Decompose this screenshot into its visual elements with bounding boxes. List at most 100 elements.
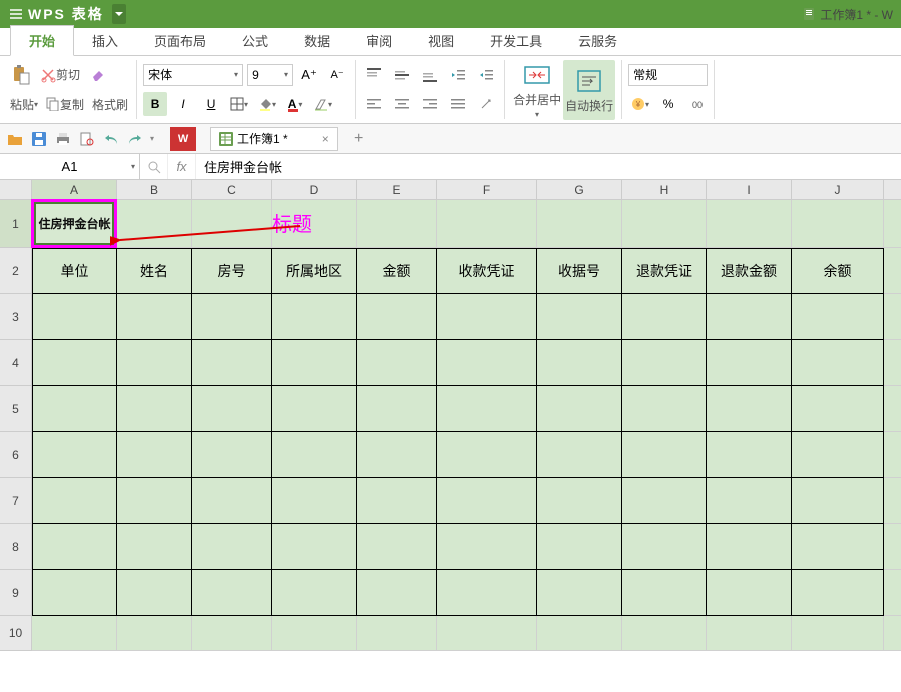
cell-g7[interactable] xyxy=(537,478,622,524)
tab-review[interactable]: 审阅 xyxy=(348,26,410,55)
tab-data[interactable]: 数据 xyxy=(286,26,348,55)
row-header-4[interactable]: 4 xyxy=(0,340,32,386)
cut-button[interactable]: 剪切 xyxy=(38,63,82,87)
cell-d6[interactable] xyxy=(272,432,357,478)
cell-h9[interactable] xyxy=(622,570,707,616)
wrap-text-button[interactable]: 自动换行 xyxy=(563,60,615,120)
name-box[interactable]: A1 ▾ xyxy=(0,154,140,179)
cell-h4[interactable] xyxy=(622,340,707,386)
cell-k5[interactable] xyxy=(884,386,901,432)
cell-i3[interactable] xyxy=(707,294,792,340)
cell-c10[interactable] xyxy=(192,616,272,651)
col-header-j[interactable]: J xyxy=(792,180,884,200)
clear-format-button[interactable]: ▾ xyxy=(311,92,335,116)
cell-j9[interactable] xyxy=(792,570,884,616)
cell-k7[interactable] xyxy=(884,478,901,524)
cell-c5[interactable] xyxy=(192,386,272,432)
cell-c4[interactable] xyxy=(192,340,272,386)
cell-f10[interactable] xyxy=(437,616,537,651)
new-tab-button[interactable]: + xyxy=(350,130,368,148)
cell-h5[interactable] xyxy=(622,386,707,432)
cell-a8[interactable] xyxy=(32,524,117,570)
cell-d8[interactable] xyxy=(272,524,357,570)
col-header-e[interactable]: E xyxy=(357,180,437,200)
cell-h10[interactable] xyxy=(622,616,707,651)
cell-d7[interactable] xyxy=(272,478,357,524)
cell-a10[interactable] xyxy=(32,616,117,651)
cell-h3[interactable] xyxy=(622,294,707,340)
qa-save-button[interactable] xyxy=(30,130,48,148)
col-header-d[interactable]: D xyxy=(272,180,357,200)
fill-color-button[interactable]: ▾ xyxy=(255,92,279,116)
cell-a7[interactable] xyxy=(32,478,117,524)
cell-d10[interactable] xyxy=(272,616,357,651)
cell-h8[interactable] xyxy=(622,524,707,570)
underline-button[interactable]: U xyxy=(199,92,223,116)
cell-k10[interactable] xyxy=(884,616,901,651)
cell-i5[interactable] xyxy=(707,386,792,432)
row-header-7[interactable]: 7 xyxy=(0,478,32,524)
row-header-5[interactable]: 5 xyxy=(0,386,32,432)
cell-j6[interactable] xyxy=(792,432,884,478)
cell-i4[interactable] xyxy=(707,340,792,386)
copy-button[interactable]: 复制 xyxy=(44,92,86,116)
cell-b1[interactable] xyxy=(117,200,192,248)
row-header-2[interactable]: 2 xyxy=(0,248,32,294)
cell-f4[interactable] xyxy=(437,340,537,386)
border-button[interactable]: ▾ xyxy=(227,92,251,116)
cell-a4[interactable] xyxy=(32,340,117,386)
number-format-select[interactable]: 常规 xyxy=(628,64,708,86)
align-right-button[interactable] xyxy=(418,92,442,116)
cell-e10[interactable] xyxy=(357,616,437,651)
cell-h7[interactable] xyxy=(622,478,707,524)
align-left-button[interactable] xyxy=(362,92,386,116)
cell-e6[interactable] xyxy=(357,432,437,478)
cell-f6[interactable] xyxy=(437,432,537,478)
cell-k1[interactable] xyxy=(884,200,901,248)
cell-i6[interactable] xyxy=(707,432,792,478)
decrease-font-button[interactable]: A⁻ xyxy=(325,63,349,87)
align-bottom-button[interactable] xyxy=(418,63,442,87)
tab-start[interactable]: 开始 xyxy=(10,25,74,56)
qa-open-button[interactable] xyxy=(6,130,24,148)
cell-b10[interactable] xyxy=(117,616,192,651)
font-name-select[interactable]: 宋体▾ xyxy=(143,64,243,86)
formula-input[interactable]: 住房押金台帐 xyxy=(196,154,901,179)
cell-b2[interactable]: 姓名 xyxy=(117,248,192,294)
cell-h1[interactable] xyxy=(622,200,707,248)
cell-a2[interactable]: 单位 xyxy=(32,248,117,294)
cell-j10[interactable] xyxy=(792,616,884,651)
cell-g6[interactable] xyxy=(537,432,622,478)
cell-b5[interactable] xyxy=(117,386,192,432)
increase-indent-button[interactable] xyxy=(474,63,498,87)
cell-a9[interactable] xyxy=(32,570,117,616)
row-header-10[interactable]: 10 xyxy=(0,616,32,651)
cell-k6[interactable] xyxy=(884,432,901,478)
cell-k2[interactable] xyxy=(884,248,901,294)
qa-redo-button[interactable] xyxy=(126,130,144,148)
align-middle-button[interactable] xyxy=(390,63,414,87)
cell-h6[interactable] xyxy=(622,432,707,478)
select-all-corner[interactable] xyxy=(0,180,32,200)
cell-b7[interactable] xyxy=(117,478,192,524)
cell-g2[interactable]: 收据号 xyxy=(537,248,622,294)
cell-k8[interactable] xyxy=(884,524,901,570)
cell-f9[interactable] xyxy=(437,570,537,616)
cell-a6[interactable] xyxy=(32,432,117,478)
col-header-g[interactable]: G xyxy=(537,180,622,200)
eraser-button[interactable] xyxy=(86,63,110,87)
row-header-8[interactable]: 8 xyxy=(0,524,32,570)
cell-b3[interactable] xyxy=(117,294,192,340)
cell-b8[interactable] xyxy=(117,524,192,570)
cell-i9[interactable] xyxy=(707,570,792,616)
paste-button[interactable] xyxy=(8,63,34,87)
align-center-button[interactable] xyxy=(390,92,414,116)
cell-f2[interactable]: 收款凭证 xyxy=(437,248,537,294)
cell-j8[interactable] xyxy=(792,524,884,570)
cell-d4[interactable] xyxy=(272,340,357,386)
cell-e5[interactable] xyxy=(357,386,437,432)
cell-d5[interactable] xyxy=(272,386,357,432)
cell-c1[interactable] xyxy=(192,200,272,248)
cell-d2[interactable]: 所属地区 xyxy=(272,248,357,294)
cell-j1[interactable] xyxy=(792,200,884,248)
